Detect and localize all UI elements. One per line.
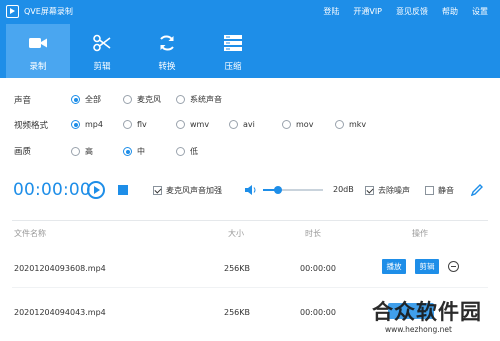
file-name: 20201204093608.mp4	[14, 264, 106, 273]
quality-high-radio[interactable]: 高	[71, 146, 93, 157]
tab-compress[interactable]: 压缩	[201, 24, 265, 78]
play-file-button[interactable]: 播放	[382, 259, 406, 274]
tab-label: 录制	[29, 62, 47, 72]
main-nav: 录制 剪辑 转换 压缩	[0, 24, 500, 78]
feedback-link[interactable]: 意见反馈	[396, 6, 428, 17]
vip-link[interactable]: 开通VIP	[353, 6, 382, 17]
login-link[interactable]: 登陆	[323, 6, 339, 17]
title-links: 登陆 开通VIP 意见反馈 帮助 设置	[309, 6, 488, 17]
tab-label: 转换	[158, 62, 176, 72]
watermark-text: 合众软件园	[372, 300, 482, 324]
video-camera-icon	[29, 38, 47, 48]
edit-file-button[interactable]: 剪辑	[415, 259, 439, 274]
audio-all-radio[interactable]: 全部	[71, 94, 101, 105]
quality-medium-radio[interactable]: 中	[123, 146, 145, 157]
file-duration: 00:00:00	[300, 264, 336, 273]
volume-slider-thumb[interactable]	[274, 186, 282, 194]
settings-link[interactable]: 设置	[472, 6, 488, 17]
table-divider	[12, 220, 488, 221]
mute-checkbox[interactable]: 静音	[425, 185, 454, 196]
quality-label: 画质	[14, 147, 32, 157]
volume-slider[interactable]	[263, 186, 323, 194]
format-mkv-radio[interactable]: mkv	[335, 120, 366, 129]
format-wmv-radio[interactable]: wmv	[176, 120, 209, 129]
mic-boost-checkbox[interactable]: 麦克风声音加强	[153, 185, 222, 196]
help-link[interactable]: 帮助	[442, 6, 458, 17]
volume-db-label: 20dB	[333, 185, 354, 194]
app-title: QVE屏幕录制	[24, 7, 73, 16]
tab-record[interactable]: 录制	[6, 24, 70, 78]
scissors-icon	[93, 34, 111, 52]
title-bar: QVE屏幕录制 登陆 开通VIP 意见反馈 帮助 设置	[0, 0, 500, 24]
format-avi-radio[interactable]: avi	[229, 120, 255, 129]
header-duration: 时长	[305, 229, 321, 238]
audio-label: 声音	[14, 96, 32, 106]
compress-icon	[224, 35, 242, 51]
play-button[interactable]	[87, 181, 105, 199]
speaker-icon	[245, 185, 256, 195]
stop-button[interactable]	[118, 185, 128, 195]
tab-convert[interactable]: 转换	[135, 24, 199, 78]
tab-label: 剪辑	[93, 62, 111, 72]
record-timer: 00:00:00	[13, 180, 91, 200]
format-label: 视频格式	[14, 121, 49, 131]
file-size: 256KB	[224, 308, 251, 317]
remove-icon[interactable]	[448, 261, 459, 272]
pen-icon[interactable]	[470, 183, 484, 197]
refresh-icon	[160, 35, 174, 51]
file-size: 256KB	[224, 264, 251, 273]
file-duration: 00:00:00	[300, 308, 336, 317]
header-name: 文件名称	[14, 229, 46, 238]
audio-mic-radio[interactable]: 麦克风	[123, 94, 161, 105]
format-mov-radio[interactable]: mov	[282, 120, 313, 129]
quality-low-radio[interactable]: 低	[176, 146, 198, 157]
audio-system-radio[interactable]: 系统声音	[176, 94, 222, 105]
header-actions: 操作	[412, 229, 428, 238]
tab-edit[interactable]: 剪辑	[70, 24, 134, 78]
row-divider	[12, 287, 488, 288]
watermark-url: www.hezhong.net	[385, 325, 452, 334]
format-mp4-radio[interactable]: mp4	[71, 120, 103, 129]
file-name: 20201204094043.mp4	[14, 308, 106, 317]
denoise-checkbox[interactable]: 去除噪声	[365, 185, 410, 196]
app-logo-icon	[6, 5, 19, 18]
header-size: 大小	[228, 229, 244, 238]
tab-label: 压缩	[224, 62, 242, 72]
format-flv-radio[interactable]: flv	[123, 120, 147, 129]
